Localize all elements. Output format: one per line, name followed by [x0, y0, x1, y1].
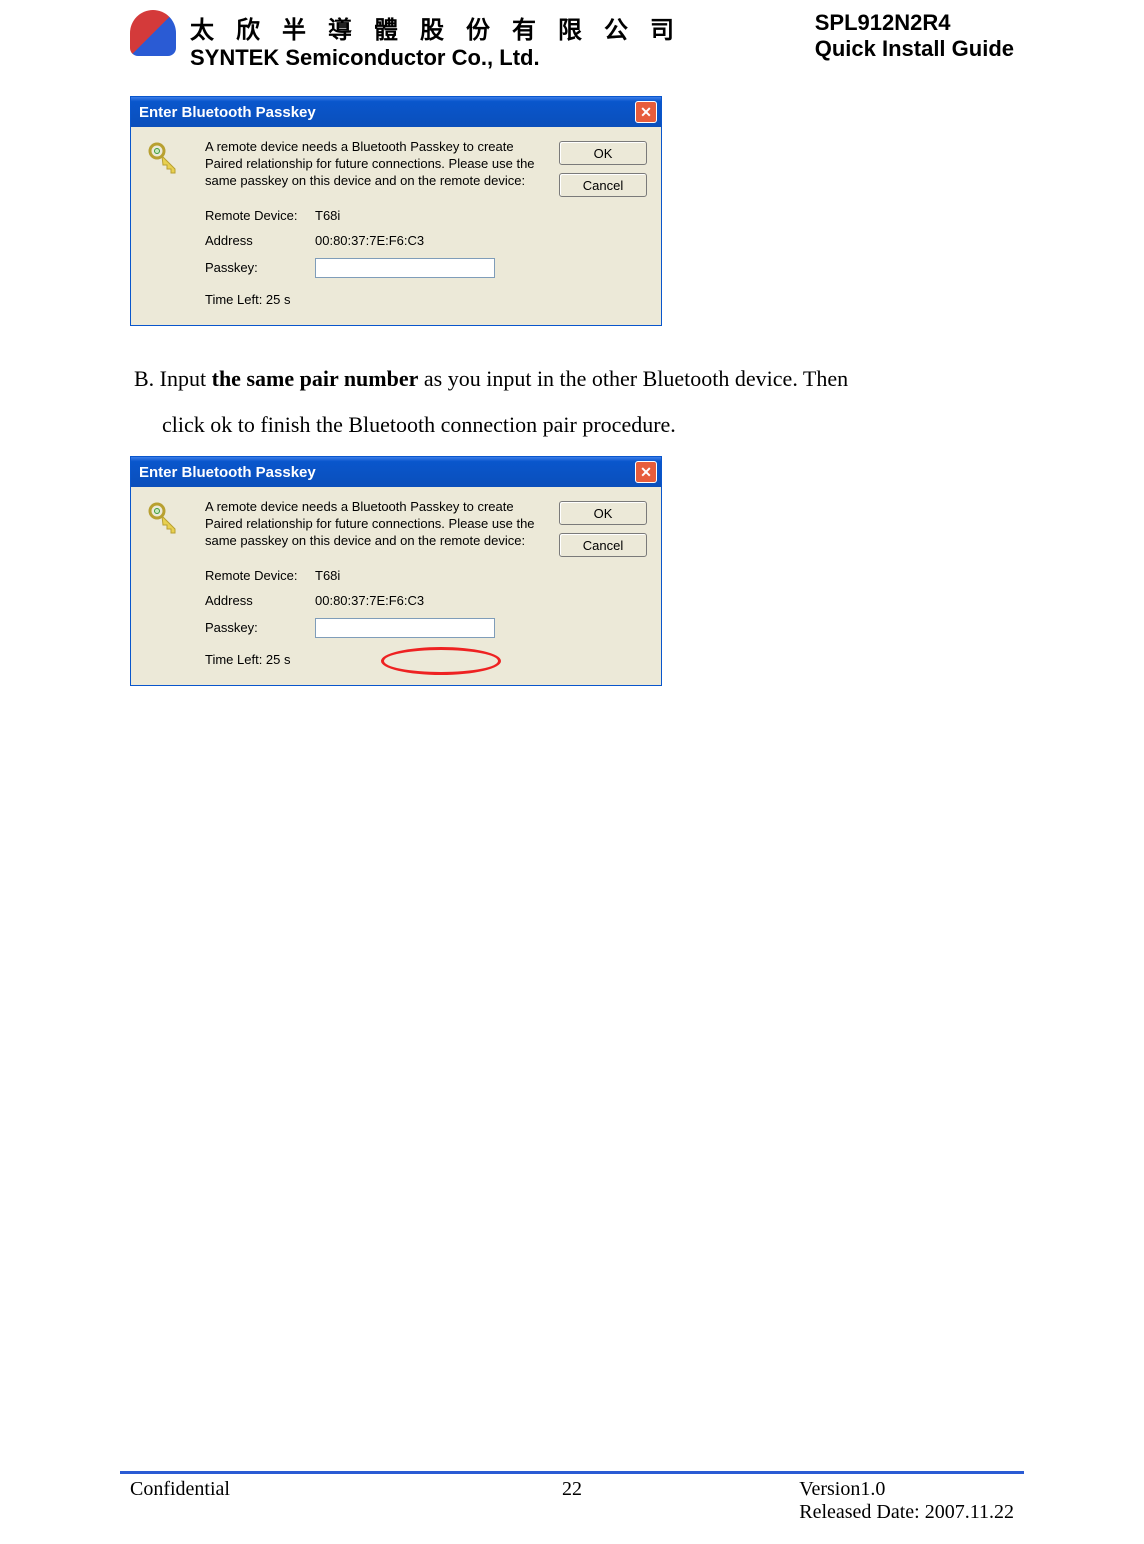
close-button[interactable]: ✕ [635, 461, 657, 483]
address-label: Address [205, 233, 315, 248]
document-header: 太 欣 半 導 體 股 份 有 限 公 司 SYNTEK Semiconduct… [0, 0, 1144, 71]
footer-page-number: 22 [532, 1478, 612, 1501]
company-name-block: 太 欣 半 導 體 股 份 有 限 公 司 SYNTEK Semiconduct… [190, 10, 682, 71]
company-name-english: SYNTEK Semiconductor Co., Ltd. [190, 45, 682, 71]
footer-released-date: Released Date: 2007.11.22 [799, 1501, 1014, 1524]
footer-version: Version1.0 [799, 1478, 1014, 1501]
bluetooth-passkey-dialog: Enter Bluetooth Passkey ✕ A remote devic… [130, 96, 662, 326]
address-label: Address [205, 593, 315, 608]
dialog-body: A remote device needs a Bluetooth Passke… [131, 487, 661, 685]
company-logo-icon [130, 10, 180, 60]
close-button[interactable]: ✕ [635, 101, 657, 123]
dialog-description: A remote device needs a Bluetooth Passke… [205, 499, 542, 550]
document-content: Enter Bluetooth Passkey ✕ A remote devic… [0, 71, 1144, 686]
product-code: SPL912N2R4 [815, 10, 1014, 36]
address-value: 00:80:37:7E:F6:C3 [315, 233, 542, 248]
dialog-description: A remote device needs a Bluetooth Passke… [205, 139, 542, 190]
instruction-prefix: B. Input [134, 366, 212, 391]
instruction-suffix: as you input in the other Bluetooth devi… [418, 366, 848, 391]
remote-device-value: T68i [315, 208, 542, 223]
footer-divider [120, 1471, 1024, 1474]
instruction-text: B. Input the same pair number as you inp… [134, 356, 1014, 448]
cancel-button[interactable]: Cancel [559, 173, 647, 197]
key-icon [145, 499, 181, 535]
remote-device-label: Remote Device: [205, 568, 315, 583]
dialog-body: A remote device needs a Bluetooth Passke… [131, 127, 661, 325]
close-icon: ✕ [640, 104, 652, 121]
passkey-input[interactable] [315, 258, 495, 278]
instruction-bold: the same pair number [212, 366, 419, 391]
footer-confidential: Confidential [130, 1478, 532, 1501]
key-icon [145, 139, 181, 175]
bluetooth-passkey-dialog-highlighted: Enter Bluetooth Passkey ✕ A remote devic… [130, 456, 662, 686]
remote-device-label: Remote Device: [205, 208, 315, 223]
dialog-title: Enter Bluetooth Passkey [139, 464, 316, 481]
time-left-label: Time Left: 25 s [205, 292, 542, 307]
cancel-button[interactable]: Cancel [559, 533, 647, 557]
ok-button[interactable]: OK [559, 141, 647, 165]
dialog-title: Enter Bluetooth Passkey [139, 104, 316, 121]
header-right: SPL912N2R4 Quick Install Guide [815, 10, 1014, 62]
close-icon: ✕ [640, 464, 652, 481]
dialog-titlebar: Enter Bluetooth Passkey ✕ [131, 97, 661, 127]
instruction-line2: click ok to finish the Bluetooth connect… [134, 402, 1014, 448]
remote-device-value: T68i [315, 568, 542, 583]
passkey-label: Passkey: [205, 260, 315, 275]
ok-button[interactable]: OK [559, 501, 647, 525]
document-footer: Confidential 22 Version1.0 Released Date… [0, 1471, 1144, 1524]
time-left-label: Time Left: 25 s [205, 652, 542, 667]
address-value: 00:80:37:7E:F6:C3 [315, 593, 542, 608]
dialog-titlebar: Enter Bluetooth Passkey ✕ [131, 457, 661, 487]
passkey-input[interactable] [315, 618, 495, 638]
passkey-label: Passkey: [205, 620, 315, 635]
company-name-chinese: 太 欣 半 導 體 股 份 有 限 公 司 [190, 10, 682, 45]
header-left: 太 欣 半 導 體 股 份 有 限 公 司 SYNTEK Semiconduct… [130, 10, 682, 71]
document-type: Quick Install Guide [815, 36, 1014, 62]
